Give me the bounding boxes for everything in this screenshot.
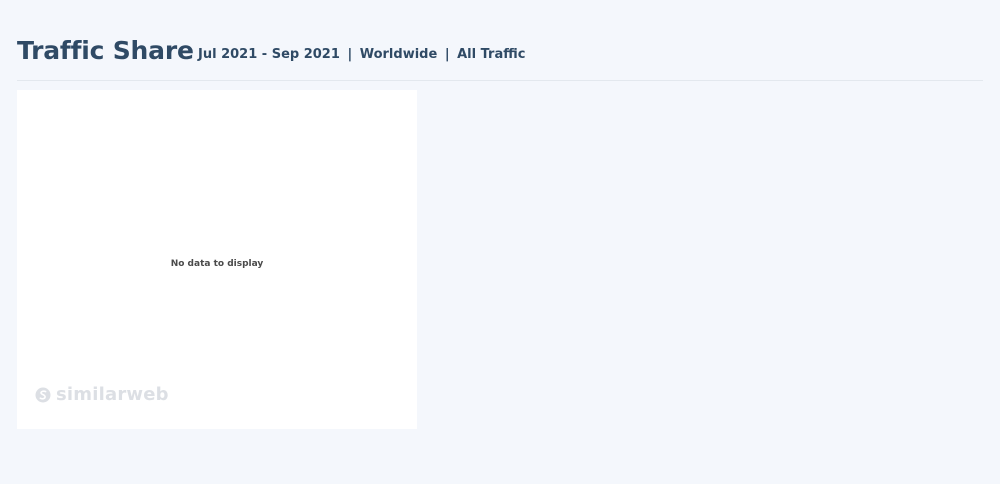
region: Worldwide bbox=[359, 47, 438, 62]
page-title: Traffic Share bbox=[17, 36, 194, 65]
traffic-type: All Traffic bbox=[457, 47, 526, 62]
empty-state-message: No data to display bbox=[170, 259, 264, 269]
watermark-text: similarweb bbox=[56, 384, 169, 405]
similarweb-logo-icon bbox=[35, 387, 51, 403]
page-header: Traffic Share Jul 2021 - Sep 2021 | Worl… bbox=[17, 34, 983, 81]
date-range: Jul 2021 - Sep 2021 bbox=[198, 47, 340, 62]
separator: | bbox=[347, 47, 353, 62]
traffic-share-widget: No data to display similarweb bbox=[17, 90, 417, 429]
similarweb-watermark: similarweb bbox=[35, 384, 169, 406]
report-filters: Jul 2021 - Sep 2021 | Worldwide | All Tr… bbox=[198, 45, 525, 65]
separator: | bbox=[444, 47, 450, 62]
